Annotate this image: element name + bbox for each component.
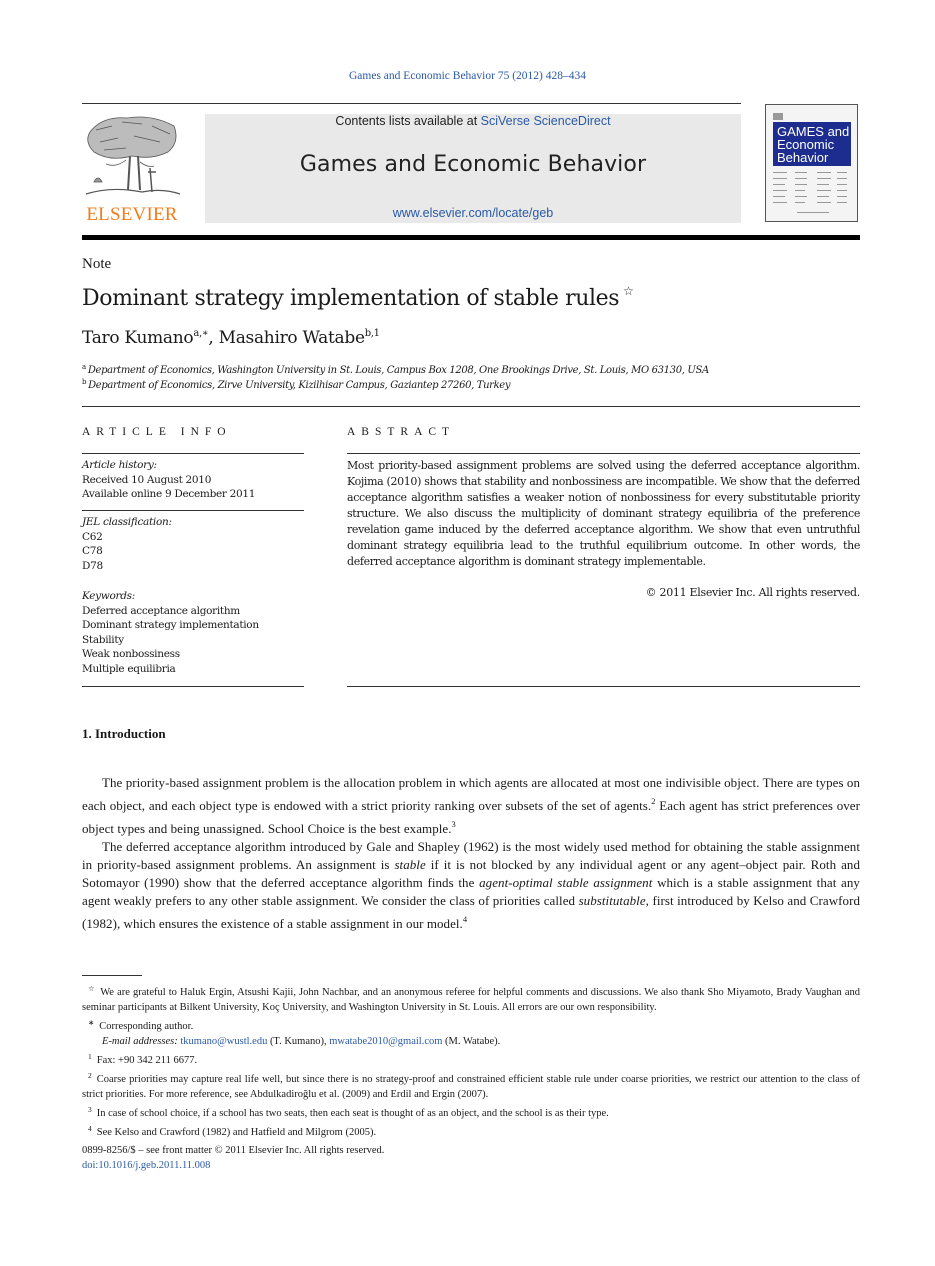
cover-title-line: Behavior: [777, 150, 829, 165]
footnote: ☆ We are grateful to Haluk Ergin, Atsushi…: [82, 981, 860, 1015]
author-separator: ,: [208, 328, 219, 348]
affiliation-mark: a: [82, 363, 86, 371]
jel-code: D78: [82, 559, 103, 572]
author-name[interactable]: Taro Kumano: [82, 328, 194, 348]
header-rule: [82, 103, 741, 104]
abstract-copyright: © 2011 Elsevier Inc. All rights reserved…: [645, 586, 861, 599]
emphasis: substitutable: [578, 893, 646, 908]
page-footer: 0899-8256/$ – see front matter © 2011 El…: [82, 1143, 384, 1173]
jel-code: C78: [82, 545, 103, 557]
intro-body: The priority-based assignment problem is…: [82, 774, 860, 933]
history-label: Article history:: [82, 459, 157, 471]
footnote-text: Fax: +90 342 211 6677.: [96, 1055, 198, 1066]
footnote: 2 Coarse priorities may capture real life…: [82, 1068, 860, 1102]
article-history: Article history: Received 10 August 2010…: [82, 458, 304, 502]
title-footnote-star-icon[interactable]: ☆: [623, 284, 634, 298]
publisher-wordmark: ELSEVIER: [86, 204, 178, 225]
article-title: Dominant strategy implementation of stab…: [82, 284, 634, 311]
footnote: ∗ Corresponding author.: [82, 1015, 860, 1034]
info-divider: [82, 510, 304, 511]
footnote-text: We are grateful to Haluk Ergin, Atsushi …: [82, 987, 860, 1013]
email-owner: (M. Watabe).: [442, 1036, 501, 1047]
footnote: 4 See Kelso and Crawford (1982) and Hatfi…: [82, 1121, 860, 1140]
header-thick-rule: [82, 235, 860, 240]
elsevier-logo: ELSEVIER: [82, 112, 182, 225]
footnote: 1 Fax: +90 342 211 6677.: [82, 1049, 860, 1068]
journal-reference[interactable]: Games and Economic Behavior 75 (2012) 42…: [0, 70, 935, 82]
footnote-mark: 3: [88, 1105, 92, 1114]
contents-line: Contents lists available at SciVerse Sci…: [205, 114, 741, 128]
journal-banner: Contents lists available at SciVerse Sci…: [205, 114, 741, 223]
sciencedirect-link[interactable]: SciVerse ScienceDirect: [481, 114, 611, 128]
paragraph: The priority-based assignment problem is…: [82, 774, 860, 838]
section-heading: 1. Introduction: [82, 726, 166, 741]
footnote-rule: [82, 975, 142, 976]
article-info-heading: ARTICLE INFO: [82, 426, 232, 438]
author-name[interactable]: Masahiro Watabe: [219, 328, 365, 348]
affiliation-text: Department of Economics, Washington Univ…: [87, 365, 709, 376]
abstract-divider: [347, 686, 860, 687]
footnote-text: See Kelso and Crawford (1982) and Hatfie…: [96, 1127, 377, 1138]
keywords-label: Keywords:: [82, 590, 135, 602]
abstract-divider: [347, 453, 860, 454]
section-divider: [82, 406, 860, 407]
jel-classification: JEL classification: C62 C78 D78: [82, 515, 304, 573]
journal-cover-thumbnail[interactable]: GAMES and Economic Behavior: [765, 104, 858, 222]
author-marks[interactable]: b,1: [365, 328, 380, 339]
affiliation: b Department of Economics, Zirve Universi…: [82, 378, 511, 391]
jel-code: C62: [82, 530, 103, 543]
footnotes: ☆ We are grateful to Haluk Ergin, Atsushi…: [82, 981, 860, 1140]
paragraph: The deferred acceptance algorithm introd…: [82, 838, 860, 933]
email-link[interactable]: tkumano@wustl.edu: [180, 1036, 267, 1047]
cover-text-lines: [773, 170, 853, 216]
info-divider: [82, 453, 304, 454]
footnote-mark: 1: [88, 1052, 92, 1061]
affiliation-text: Department of Economics, Zirve Universit…: [88, 380, 511, 391]
journal-title: Games and Economic Behavior: [299, 152, 647, 177]
email-addresses: E-mail addresses: tkumano@wustl.edu (T. …: [82, 1034, 860, 1049]
footnote-asterisk-icon: ∗: [88, 1018, 95, 1027]
keyword: Stability: [82, 633, 124, 646]
article-type: Note: [82, 256, 112, 272]
affiliation-mark: b: [82, 378, 87, 386]
footnote-text: In case of school choice, if a school ha…: [96, 1108, 609, 1119]
history-item: Received 10 August 2010: [82, 473, 212, 486]
abstract-text: Most priority-based assignment problems …: [347, 459, 860, 568]
emphasis: stable: [394, 857, 426, 872]
footnote-mark: 4: [88, 1124, 92, 1133]
emphasis: agent-optimal stable assignment: [479, 875, 653, 890]
footnote-star-icon: ☆: [88, 984, 96, 993]
footnote-mark: 2: [88, 1071, 92, 1080]
history-item: Available online 9 December 2011: [82, 488, 256, 500]
cover-logo-icon: [773, 113, 783, 120]
email-label: E-mail addresses:: [102, 1036, 178, 1047]
abstract-heading: ABSTRACT: [347, 426, 456, 438]
info-divider: [82, 686, 304, 687]
issn-line: 0899-8256/$ – see front matter © 2011 El…: [82, 1145, 385, 1156]
affiliation: a Department of Economics, Washington Uni…: [82, 363, 709, 376]
doi-link[interactable]: doi:10.1016/j.geb.2011.11.008: [82, 1158, 384, 1173]
footnote: 3 In case of school choice, if a school h…: [82, 1102, 860, 1121]
contents-prefix: Contents lists available at: [335, 114, 481, 128]
footnote-ref[interactable]: 4: [463, 914, 467, 924]
article-title-text: Dominant strategy implementation of stab…: [82, 286, 620, 311]
footnote-text: Corresponding author.: [99, 1021, 194, 1032]
elsevier-tree-icon: [85, 116, 181, 195]
keyword: Multiple equilibria: [82, 662, 176, 675]
author-marks[interactable]: a,∗: [193, 328, 208, 339]
email-link[interactable]: mwatabe2010@gmail.com: [329, 1036, 442, 1047]
keywords: Keywords: Deferred acceptance algorithm …: [82, 589, 304, 676]
footnote-text: Coarse priorities may capture real life …: [82, 1074, 860, 1100]
cover-title-block: GAMES and Economic Behavior: [773, 122, 851, 166]
jel-label: JEL classification:: [82, 516, 172, 528]
footnote-ref[interactable]: 3: [452, 819, 456, 829]
author-list: Taro Kumanoa,∗, Masahiro Watabeb,1: [82, 328, 380, 348]
keyword: Deferred acceptance algorithm: [82, 604, 240, 617]
keyword: Dominant strategy implementation: [82, 619, 259, 631]
keyword: Weak nonbossiness: [82, 648, 180, 660]
email-owner: (T. Kumano),: [267, 1036, 330, 1047]
journal-url-link[interactable]: www.elsevier.com/locate/geb: [205, 206, 741, 220]
